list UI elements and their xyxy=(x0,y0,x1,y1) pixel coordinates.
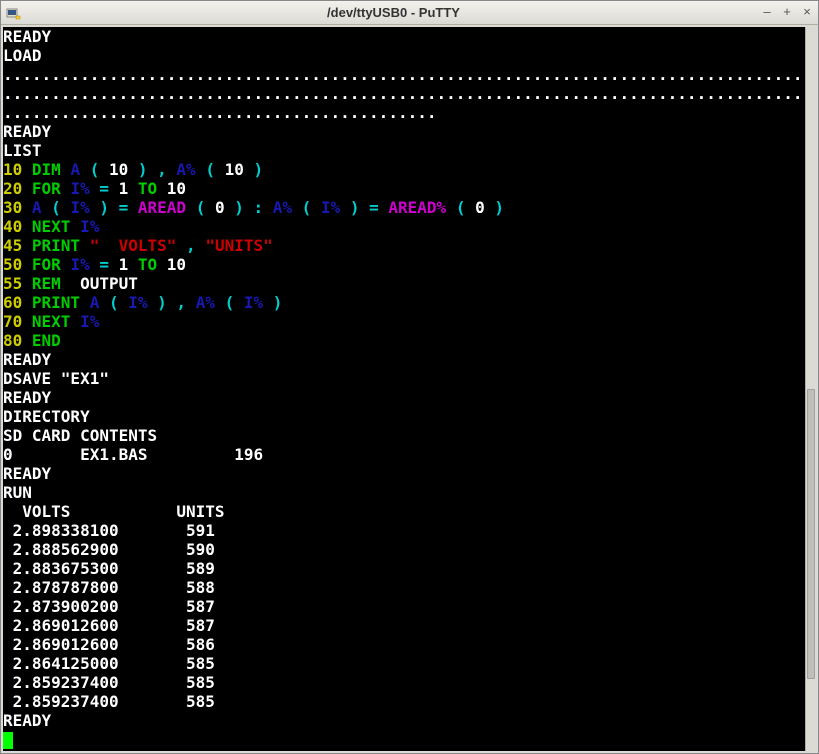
code-line: 80 END xyxy=(3,331,805,350)
scrollbar[interactable] xyxy=(805,27,816,751)
output-line: 0 EX1.BAS 196 xyxy=(3,445,805,464)
output-line: 2.869012600 587 xyxy=(3,616,805,635)
output-line: 2.878787800 588 xyxy=(3,578,805,597)
output-line: ........................................… xyxy=(3,84,805,103)
cursor-line xyxy=(3,730,805,749)
output-line: 2.859237400 585 xyxy=(3,692,805,711)
output-line: 2.864125000 585 xyxy=(3,654,805,673)
minimize-button[interactable]: – xyxy=(760,6,774,20)
output-line: SD CARD CONTENTS xyxy=(3,426,805,445)
output-line: ........................................… xyxy=(3,103,805,122)
output-line: READY xyxy=(3,388,805,407)
output-line: LOAD xyxy=(3,46,805,65)
output-line: 2.859237400 585 xyxy=(3,673,805,692)
output-line: DSAVE "EX1" xyxy=(3,369,805,388)
output-line: 2.898338100 591 xyxy=(3,521,805,540)
terminal[interactable]: READYLOAD...............................… xyxy=(3,27,805,751)
putty-window: /dev/ttyUSB0 - PuTTY – + × READYLOAD....… xyxy=(0,0,819,754)
output-line: RUN xyxy=(3,483,805,502)
code-line: 10 DIM A ( 10 ) , A% ( 10 ) xyxy=(3,160,805,179)
output-line: READY xyxy=(3,122,805,141)
output-line: READY xyxy=(3,27,805,46)
code-line: 30 A ( I% ) = AREAD ( 0 ) : A% ( I% ) = … xyxy=(3,198,805,217)
window-title: /dev/ttyUSB0 - PuTTY xyxy=(27,5,760,20)
code-line: 55 REM OUTPUT xyxy=(3,274,805,293)
output-line: 2.883675300 589 xyxy=(3,559,805,578)
output-line: VOLTS UNITS xyxy=(3,502,805,521)
code-line: 60 PRINT A ( I% ) , A% ( I% ) xyxy=(3,293,805,312)
titlebar[interactable]: /dev/ttyUSB0 - PuTTY – + × xyxy=(1,1,818,25)
maximize-button[interactable]: + xyxy=(780,6,794,20)
close-button[interactable]: × xyxy=(800,6,814,20)
output-line: ........................................… xyxy=(3,65,805,84)
cursor-icon xyxy=(3,732,13,749)
terminal-container: READYLOAD...............................… xyxy=(1,25,818,753)
code-line: 70 NEXT I% xyxy=(3,312,805,331)
output-line: READY xyxy=(3,464,805,483)
code-line: 20 FOR I% = 1 TO 10 xyxy=(3,179,805,198)
output-line: 2.869012600 586 xyxy=(3,635,805,654)
output-line: READY xyxy=(3,711,805,730)
code-line: 45 PRINT " VOLTS" , "UNITS" xyxy=(3,236,805,255)
output-line: 2.873900200 587 xyxy=(3,597,805,616)
output-line: LIST xyxy=(3,141,805,160)
code-line: 50 FOR I% = 1 TO 10 xyxy=(3,255,805,274)
code-line: 40 NEXT I% xyxy=(3,217,805,236)
output-line: 2.888562900 590 xyxy=(3,540,805,559)
putty-icon xyxy=(5,5,21,21)
output-line: DIRECTORY xyxy=(3,407,805,426)
output-line: READY xyxy=(3,350,805,369)
scrollbar-thumb[interactable] xyxy=(807,389,815,679)
window-controls: – + × xyxy=(760,6,814,20)
